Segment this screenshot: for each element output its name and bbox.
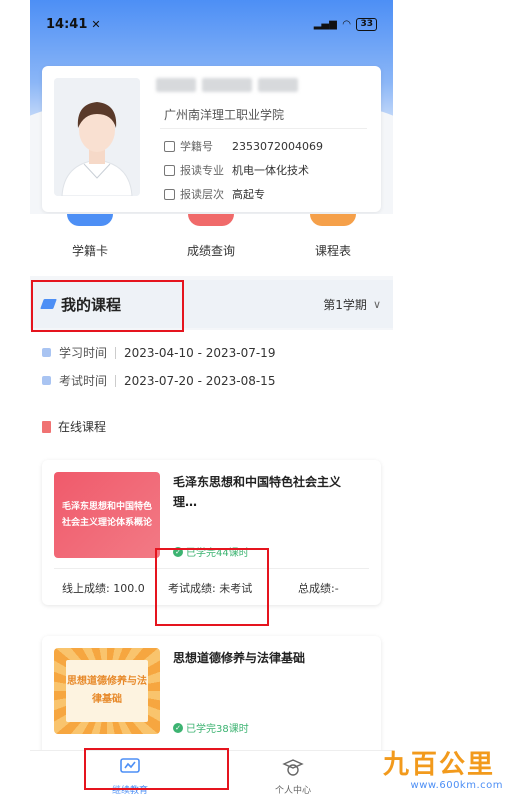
status-icons: ▂▄▆ ◠ 33: [313, 17, 377, 31]
battery-icon: 33: [356, 17, 377, 31]
semester-dropdown[interactable]: 第1学期 ∨: [323, 296, 381, 313]
watermark-text: 九百公里: [383, 750, 496, 780]
course-cover: 毛泽东思想和中国特色社会主义理论体系概论: [54, 472, 160, 558]
timetable-icon: [310, 214, 356, 226]
school-name: 广州南洋理工职业学院: [164, 108, 285, 122]
divider: [115, 346, 117, 359]
timetable-button[interactable]: 课程表: [293, 214, 373, 259]
major-label: 报读专业: [180, 164, 224, 177]
online-courses-heading: 在线课程: [42, 418, 106, 435]
book-open-icon: [42, 348, 51, 357]
book-icon: [164, 164, 175, 176]
online-courses-title: 在线课程: [58, 420, 107, 434]
course-progress: ✓ 已学完38课时: [173, 720, 249, 735]
major-value: 机电一体化技术: [232, 164, 309, 177]
tab-label: 个人中心: [274, 786, 311, 796]
mute-icon: ✕: [91, 17, 101, 31]
check-circle-icon: ✓: [173, 722, 183, 733]
id-card-icon: [164, 140, 175, 152]
divider: [115, 374, 117, 387]
status-time: 14:41: [46, 16, 88, 32]
course-title: 毛泽东思想和中国特色社会主义理…: [173, 475, 342, 509]
divider: [160, 128, 367, 129]
level-icon: [164, 188, 175, 200]
watermark-logo: 九百公里 www.600km.com: [383, 750, 503, 794]
level-label: 报读层次: [180, 188, 224, 201]
phone-screen: 14:41 ✕ ▂▄▆ ◠ 33 广州南洋理工职业学院 学籍号 23530720…: [30, 0, 393, 800]
grade-query-icon: [188, 214, 234, 226]
student-card-icon: [67, 214, 113, 226]
chevron-down-icon: ∨: [372, 297, 381, 311]
student-name-redacted: [156, 78, 306, 94]
course-cover: 思想道德修养与法律基础: [54, 648, 160, 734]
total-score: 总成绩:-: [298, 582, 339, 595]
student-id-value: 2353072004069: [232, 139, 323, 153]
course-cover-inner: 思想道德修养与法律基础: [66, 660, 148, 722]
graduate-icon: [282, 759, 304, 776]
course-progress-text: 已学完38课时: [186, 724, 249, 735]
exam-time-label: 考试时间: [59, 374, 108, 388]
annotation-box-exam-score: [155, 548, 269, 626]
student-photo: [54, 78, 140, 196]
course-title: 思想道德修养与法律基础: [173, 651, 306, 665]
signal-icon: ▂▄▆: [313, 18, 337, 30]
annotation-box-tab: [84, 748, 229, 790]
grade-query-label: 成绩查询: [186, 244, 235, 258]
course-card[interactable]: 思想道德修养与法律基础 思想道德修养与法律基础 ✓ 已学完38课时: [42, 636, 381, 756]
course-cover-text: 思想道德修养与法律基础: [67, 676, 147, 705]
annotation-box-my-courses: [31, 280, 184, 332]
student-card-label: 学籍卡: [71, 244, 108, 258]
online-course-icon: [42, 420, 51, 433]
watermark-url: www.600km.com: [410, 780, 503, 791]
student-card-button[interactable]: 学籍卡: [50, 214, 130, 259]
wifi-icon: ◠: [342, 18, 351, 30]
pencil-icon: [42, 376, 51, 385]
semester-value: 第1学期: [323, 297, 367, 312]
tab-personal-center[interactable]: 个人中心: [253, 757, 333, 796]
course-cover-text: 毛泽东思想和中国特色社会主义理论体系概论: [61, 502, 152, 528]
level-value: 高起专: [232, 188, 265, 201]
quick-actions: 学籍卡 成绩查询 课程表: [30, 214, 393, 276]
courses-section: 学习时间 2023-04-10 - 2023-07-19 考试时间 2023-0…: [30, 330, 393, 756]
exam-time-value: 2023-07-20 - 2023-08-15: [124, 373, 276, 388]
exam-time-row: 考试时间 2023-07-20 - 2023-08-15: [42, 372, 275, 389]
study-time-value: 2023-04-10 - 2023-07-19: [124, 345, 276, 360]
level-row: 报读层次 高起专: [164, 186, 265, 202]
student-id-row: 学籍号 2353072004069: [164, 138, 323, 154]
major-row: 报读专业 机电一体化技术: [164, 162, 309, 178]
study-time-row: 学习时间 2023-04-10 - 2023-07-19: [42, 344, 275, 361]
grade-query-button[interactable]: 成绩查询: [171, 214, 251, 259]
student-card[interactable]: 广州南洋理工职业学院 学籍号 2353072004069 报读专业 机电一体化技…: [42, 66, 381, 212]
status-bar: 14:41 ✕ ▂▄▆ ◠ 33: [30, 0, 393, 48]
student-id-label: 学籍号: [180, 140, 213, 153]
online-score: 线上成绩: 100.0: [62, 582, 145, 595]
timetable-label: 课程表: [314, 244, 351, 258]
study-time-label: 学习时间: [59, 346, 108, 360]
